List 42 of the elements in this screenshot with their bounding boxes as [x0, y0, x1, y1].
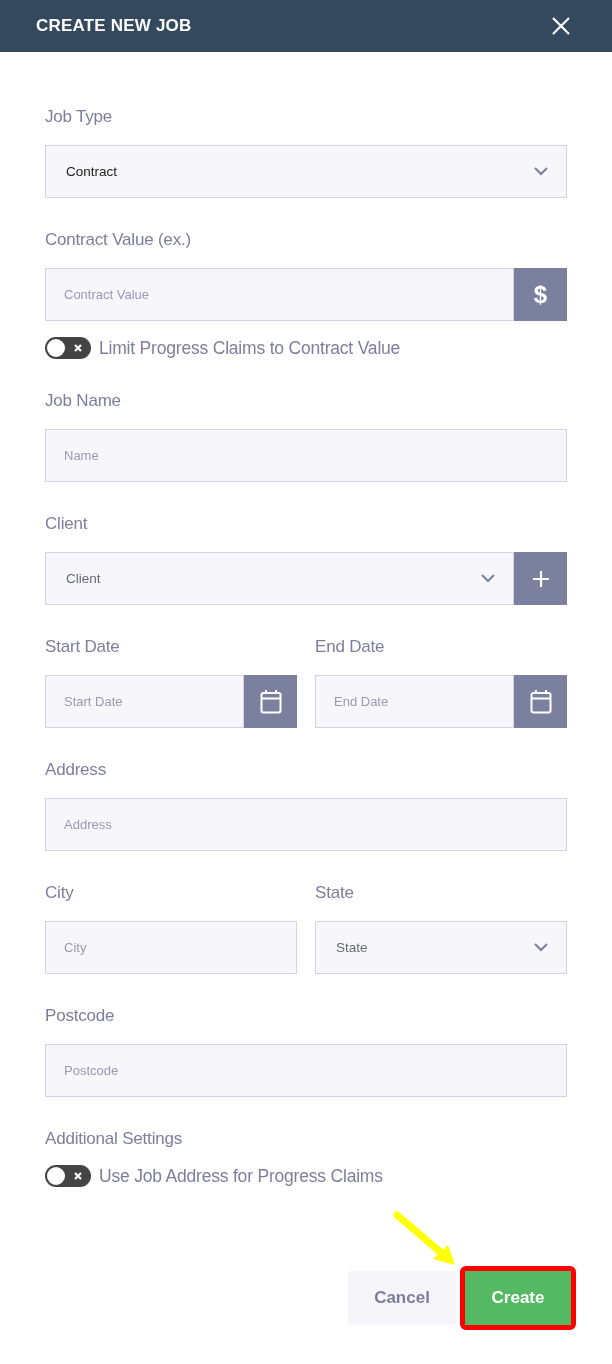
currency-addon: $	[514, 268, 567, 321]
plus-icon	[531, 569, 550, 588]
field-label: City	[45, 883, 75, 903]
field-label: Job Name	[45, 391, 122, 411]
field-label: Client	[45, 514, 89, 534]
dropdown[interactable]: Contract	[45, 145, 567, 198]
chevron-down-icon	[481, 574, 495, 583]
select-value: Contract	[66, 164, 118, 179]
field-label: Contract Value (ex.)	[45, 230, 192, 250]
dialog-title: CREATE NEW JOB	[36, 16, 192, 36]
input-field[interactable]: Start Date	[45, 675, 244, 728]
annotation-arrow	[393, 1211, 455, 1265]
add-button[interactable]	[514, 552, 567, 605]
close-icon[interactable]	[552, 17, 570, 35]
dropdown[interactable]: Client	[45, 552, 514, 605]
field-label: Postcode	[45, 1006, 116, 1026]
select-placeholder: State	[336, 940, 368, 955]
input-field[interactable]: Contract Value	[45, 268, 514, 321]
toggle-label: Limit Progress Claims to Contract Value	[99, 338, 401, 358]
calendar-button[interactable]	[514, 675, 567, 728]
chevron-down-icon	[534, 943, 548, 952]
chevron-down-icon	[534, 167, 548, 176]
field-label: End Date	[315, 637, 386, 657]
select-placeholder: Client	[66, 571, 101, 586]
toggle-label: Use Job Address for Progress Claims	[99, 1166, 383, 1186]
input-field[interactable]: City	[45, 921, 297, 974]
section-heading: Additional Settings	[45, 1129, 183, 1149]
toggle-switch[interactable]	[45, 337, 91, 359]
calendar-icon	[259, 689, 282, 714]
input-field[interactable]: Postcode	[45, 1044, 567, 1097]
calendar-button[interactable]	[244, 675, 297, 728]
input-field[interactable]: End Date	[315, 675, 514, 728]
calendar-icon	[529, 689, 552, 714]
field-label: Start Date	[45, 637, 121, 657]
field-label: Address	[45, 760, 107, 780]
dropdown[interactable]: State	[315, 921, 567, 974]
input-field[interactable]: Name	[45, 429, 567, 482]
input-field[interactable]: Address	[45, 798, 567, 851]
toggle-switch[interactable]	[45, 1165, 91, 1187]
cancel-button[interactable]: Cancel	[348, 1271, 456, 1325]
field-label: State	[315, 883, 355, 903]
field-label: Job Type	[45, 107, 114, 127]
